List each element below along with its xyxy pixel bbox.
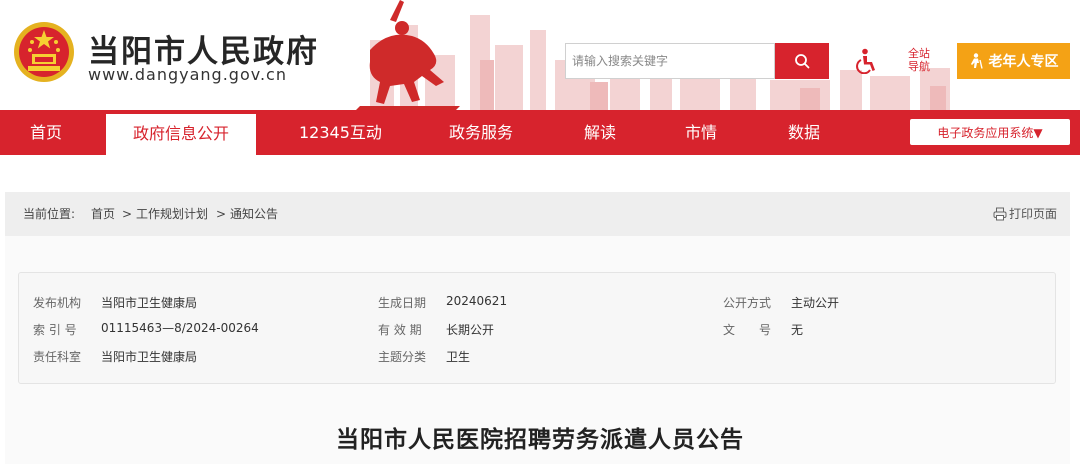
breadcrumb-separator: > <box>122 207 133 221</box>
nav-item-home[interactable]: 首页 <box>30 110 62 155</box>
nav-item-12345[interactable]: 12345互动 <box>299 110 382 155</box>
site-navigation-link[interactable]: 全站导航 <box>908 47 934 73</box>
topic-value: 卫生 <box>446 350 471 364</box>
elderly-person-icon <box>970 53 983 69</box>
elderly-zone-button[interactable]: 老年人专区 <box>957 43 1070 79</box>
nav-item-interpretation[interactable]: 解读 <box>584 110 616 155</box>
nav-item-city-info[interactable]: 市情 <box>685 110 717 155</box>
site-header: 当阳市人民政府 www.dangyang.gov.cn 全站导航 老年人专区 <box>0 0 1080 110</box>
date-value: 20240621 <box>446 294 508 308</box>
breadcrumb-home[interactable]: 首页 <box>91 192 115 236</box>
publisher-value: 当阳市卫生健康局 <box>101 296 198 310</box>
document-metadata-panel: 发布机构 当阳市卫生健康局 索 引 号 01115463—8/2024-0026… <box>18 272 1056 384</box>
search-button[interactable] <box>775 43 829 79</box>
national-emblem-icon <box>14 22 74 82</box>
topic-label: 主题分类 <box>378 350 427 364</box>
print-page-link[interactable]: 打印页面 <box>993 192 1057 236</box>
doc-number-label: 文 号 <box>723 323 772 337</box>
elderly-zone-label: 老年人专区 <box>988 54 1059 70</box>
nav-item-data[interactable]: 数据 <box>788 110 820 155</box>
nav-item-gov-info[interactable]: 政府信息公开 <box>106 114 256 155</box>
nav-item-gov-services[interactable]: 政务服务 <box>449 110 513 155</box>
disclosure-value: 主动公开 <box>791 296 840 310</box>
e-gov-apps-dropdown[interactable]: 电子政务应用系统▼ <box>910 119 1070 145</box>
accessibility-icon[interactable] <box>855 48 877 74</box>
index-no-value: 01115463—8/2024-00264 <box>101 321 259 335</box>
print-page-label: 打印页面 <box>1009 207 1058 221</box>
article-title: 当阳市人民医院招聘劳务派遣人员公告 <box>336 427 744 453</box>
index-no-label: 索 引 号 <box>33 323 77 337</box>
disclosure-label: 公开方式 <box>723 296 772 310</box>
doc-number-value: 无 <box>791 323 804 337</box>
validity-value: 长期公开 <box>446 323 495 337</box>
site-url: www.dangyang.gov.cn <box>88 65 287 84</box>
department-label: 责任科室 <box>33 350 82 364</box>
breadcrumb-notices[interactable]: 通知公告 <box>230 192 278 236</box>
breadcrumb-separator: > <box>216 207 227 221</box>
breadcrumb-prefix: 当前位置: <box>23 207 76 221</box>
breadcrumb-work-plans[interactable]: 工作规划计划 <box>136 192 208 236</box>
date-label: 生成日期 <box>378 296 427 310</box>
search-input[interactable] <box>565 43 775 79</box>
search-icon <box>795 54 810 69</box>
publisher-label: 发布机构 <box>33 296 82 310</box>
validity-label: 有 效 期 <box>378 323 422 337</box>
breadcrumb: 当前位置: 首页 > 工作规划计划 > 通知公告 打印页面 <box>5 192 1070 236</box>
department-value: 当阳市卫生健康局 <box>101 350 198 364</box>
printer-icon <box>993 207 1007 221</box>
main-nav: 首页 政府信息公开 12345互动 政务服务 解读 市情 数据 电子政务应用系统… <box>0 110 1080 155</box>
